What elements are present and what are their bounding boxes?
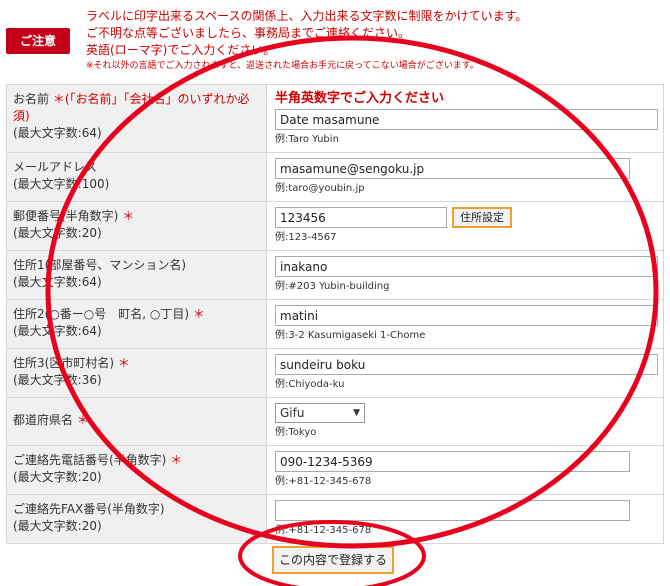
form-row-email: メールアドレス (最大文字数:100) 例:taro@youbin.jp xyxy=(6,152,664,202)
notice-section: ご注意 ラベルに印字出来るスペースの関係上、入力出来る文字数に制限をかけています… xyxy=(0,0,670,80)
max-length: (最大文字数:64) xyxy=(13,324,102,338)
selected-value: Gifu xyxy=(280,406,305,420)
field-label-name: お名前 ＊(「お名前」「会社名」のいずれか必須) (最大文字数:64) xyxy=(6,84,267,153)
notice-line: ご不明な点等ございましたら、事務局までご連絡ください。 xyxy=(86,26,411,40)
field-label-phone: ご連絡先電話番号(半角数字) ＊ (最大文字数:20) xyxy=(6,445,267,495)
field-cell-address2: 例:3-2 Kasumigaseki 1-Chome xyxy=(266,299,664,349)
field-cell-address3: 例:Chiyoda-ku xyxy=(266,348,664,398)
form-row-name: お名前 ＊(「お名前」「会社名」のいずれか必須) (最大文字数:64) 半角英数… xyxy=(6,84,664,153)
max-length: (最大文字数:20) xyxy=(13,226,102,240)
form-row-postal: 郵便番号(半角数字) ＊ (最大文字数:20) 住所設定 例:123-4567 xyxy=(6,201,664,251)
label-text: お名前 xyxy=(13,92,50,106)
postal-row: 住所設定 xyxy=(275,207,655,228)
address1-input[interactable] xyxy=(275,256,658,277)
max-length: (最大文字数:36) xyxy=(13,373,102,387)
prefecture-select[interactable]: Gifu ▼ xyxy=(275,403,365,423)
form-row-address2: 住所2(○番ー○号 町名, ○丁目) ＊ (最大文字数:64) 例:3-2 Ka… xyxy=(6,299,664,349)
required-note: ＊ xyxy=(170,453,183,467)
form-row-address3: 住所3(区市町村名) ＊ (最大文字数:36) 例:Chiyoda-ku xyxy=(6,348,664,398)
email-input[interactable] xyxy=(275,158,630,179)
form-row-prefecture: 都道府県名 ＊ Gifu ▼ 例:Tokyo xyxy=(6,397,664,446)
notice-small-print: ※それ以外の言語でご入力されますと、返送された場合お手元に戻ってこない場合がござ… xyxy=(86,61,479,71)
submit-button[interactable]: この内容で登録する xyxy=(272,546,394,574)
label-text: メールアドレス xyxy=(13,160,98,174)
field-label-address1: 住所1(部屋番号、マンション名) (最大文字数:64) xyxy=(6,250,267,300)
notice-badge: ご注意 xyxy=(6,28,70,54)
example-text: 例:taro@youbin.jp xyxy=(275,183,365,194)
name-input[interactable] xyxy=(275,109,658,130)
example-text: 例:123-4567 xyxy=(275,232,337,243)
label-text: 住所3(区市町村名) xyxy=(13,356,114,370)
notice-line: ラベルに印字出来るスペースの関係上、入力出来る文字数に制限をかけています。 xyxy=(86,9,528,23)
field-label-address2: 住所2(○番ー○号 町名, ○丁目) ＊ (最大文字数:64) xyxy=(6,299,267,349)
example-text: 例:Tokyo xyxy=(275,427,317,438)
required-note: ＊ xyxy=(76,413,89,427)
max-length: (最大文字数:20) xyxy=(13,470,102,484)
dropdown-arrow-icon: ▼ xyxy=(353,408,360,418)
label-text: 住所2(○番ー○号 町名, ○丁目) xyxy=(13,307,190,321)
max-length: (最大文字数:20) xyxy=(13,519,102,533)
field-cell-phone: 例:+81-12-345-678 xyxy=(266,445,664,495)
max-length: (最大文字数:100) xyxy=(13,177,110,191)
notice-line: 英語(ローマ字)でご入力ください。 xyxy=(86,43,276,57)
field-cell-fax: 例:+81-12-345-678 xyxy=(266,494,664,544)
notice-text: ラベルに印字出来るスペースの関係上、入力出来る文字数に制限をかけています。 ご不… xyxy=(86,8,527,73)
required-note: ＊ xyxy=(192,307,205,321)
example-text: 例:+81-12-345-678 xyxy=(275,525,372,536)
required-note: ＊ xyxy=(117,356,130,370)
phone-input[interactable] xyxy=(275,451,630,472)
field-cell-address1: 例:#203 Yubin-building xyxy=(266,250,664,300)
form-row-address1: 住所1(部屋番号、マンション名) (最大文字数:64) 例:#203 Yubin… xyxy=(6,250,664,300)
example-text: 例:#203 Yubin-building xyxy=(275,281,390,292)
registration-form: お名前 ＊(「お名前」「会社名」のいずれか必須) (最大文字数:64) 半角英数… xyxy=(6,84,664,544)
required-note: ＊ xyxy=(122,209,135,223)
label-text: ご連絡先電話番号(半角数字) xyxy=(13,453,167,467)
field-cell-name: 半角英数字でご入力ください 例:Taro Yubin xyxy=(266,84,664,153)
address3-input[interactable] xyxy=(275,354,658,375)
postal-code-input[interactable] xyxy=(275,207,447,228)
fax-input[interactable] xyxy=(275,500,630,521)
address-lookup-button[interactable]: 住所設定 xyxy=(452,207,512,228)
form-row-phone: ご連絡先電話番号(半角数字) ＊ (最大文字数:20) 例:+81-12-345… xyxy=(6,445,664,495)
label-text: 郵便番号(半角数字) xyxy=(13,209,119,223)
field-label-fax: ご連絡先FAX番号(半角数字) (最大文字数:20) xyxy=(6,494,267,544)
example-text: 例:Taro Yubin xyxy=(275,134,339,145)
field-label-postal: 郵便番号(半角数字) ＊ (最大文字数:20) xyxy=(6,201,267,251)
field-label-address3: 住所3(区市町村名) ＊ (最大文字数:36) xyxy=(6,348,267,398)
address2-input[interactable] xyxy=(275,305,658,326)
required-note: ＊(「お名前」「会社名」のいずれか必須) xyxy=(13,92,250,123)
field-label-email: メールアドレス (最大文字数:100) xyxy=(6,152,267,202)
max-length: (最大文字数:64) xyxy=(13,275,102,289)
label-text: ご連絡先FAX番号(半角数字) xyxy=(13,502,165,516)
label-text: 住所1(部屋番号、マンション名) xyxy=(13,258,186,272)
field-cell-prefecture: Gifu ▼ 例:Tokyo xyxy=(266,397,664,446)
form-row-fax: ご連絡先FAX番号(半角数字) (最大文字数:20) 例:+81-12-345-… xyxy=(6,494,664,544)
example-text: 例:3-2 Kasumigaseki 1-Chome xyxy=(275,330,426,341)
example-text: 例:Chiyoda-ku xyxy=(275,379,345,390)
label-text: 都道府県名 xyxy=(13,413,74,427)
field-label-prefecture: 都道府県名 ＊ xyxy=(6,397,267,446)
field-cell-email: 例:taro@youbin.jp xyxy=(266,152,664,202)
example-text: 例:+81-12-345-678 xyxy=(275,476,372,487)
field-cell-postal: 住所設定 例:123-4567 xyxy=(266,201,664,251)
max-length: (最大文字数:64) xyxy=(13,126,102,140)
input-instruction: 半角英数字でご入力ください xyxy=(275,91,445,106)
